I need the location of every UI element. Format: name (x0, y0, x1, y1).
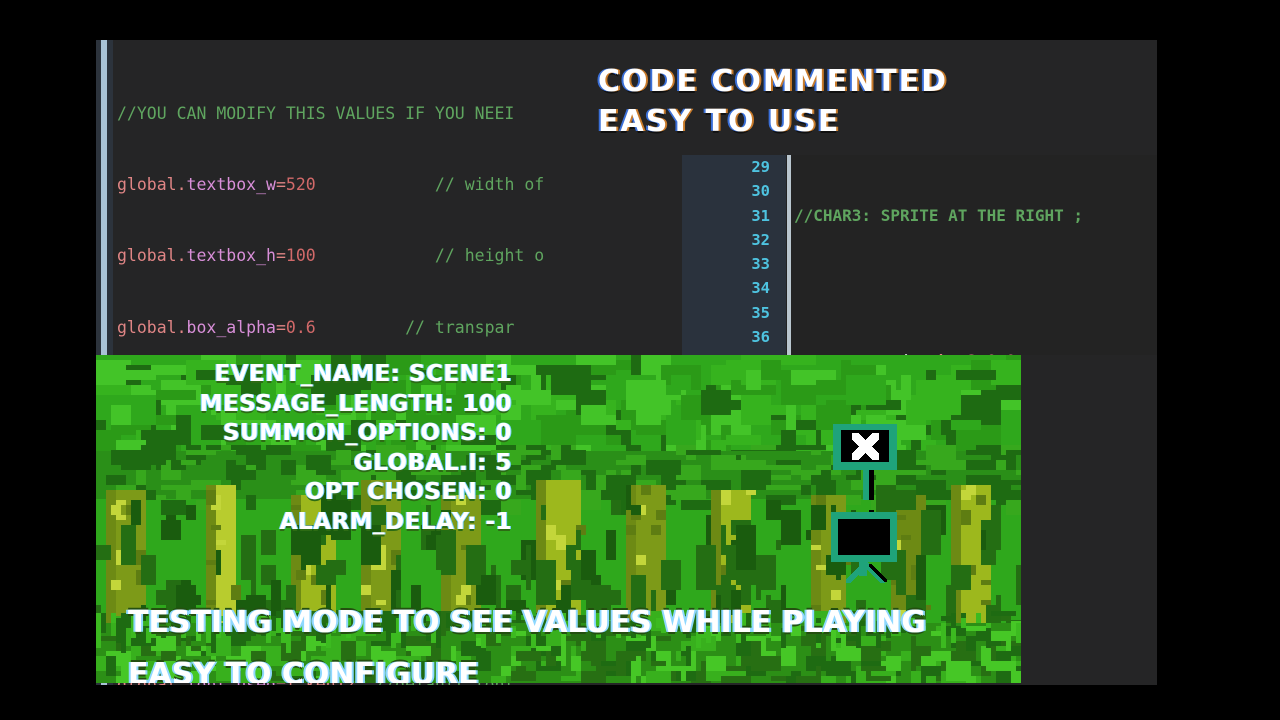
line-number: 31 (751, 206, 770, 225)
line-number: 29 (751, 158, 770, 176)
line-number: 34 (751, 279, 770, 298)
code-token-number: 520 (285, 174, 316, 194)
code-token-property: box_alpha (186, 317, 276, 337)
stat-summon-options: SUMMON_OPTIONS: 0 (222, 420, 512, 446)
code-token-comment: // height o (315, 246, 545, 266)
promo-line-1: TESTING MODE TO SEE VALUES WHILE PLAYING (128, 605, 926, 640)
code-token-comment: // width of (315, 174, 545, 194)
game-preview-overlay: EVENT_NAME: SCENE1 MESSAGE_LENGTH: 100 S… (96, 355, 1021, 683)
line-number: 33 (751, 255, 770, 274)
stat-alarm-delay: ALARM_DELAY: -1 (279, 508, 512, 535)
code-token-comment: //YOU CAN MODIFY THIS VALUES IF YOU NEEI (117, 103, 515, 123)
line-number: 36 (751, 328, 770, 347)
x-sign-icon[interactable] (831, 422, 903, 500)
promo-banner: TESTING MODE TO SEE VALUES WHILE PLAYING… (128, 597, 926, 683)
stat-global-i: GLOBAL.I: 5 (353, 449, 512, 476)
line-number-gutter: 29 30 31 32 33 34 35 36 (682, 155, 786, 355)
code-token-object: global. (117, 317, 187, 337)
headline-block: CODE COMMENTED EASY TO USE (598, 62, 948, 142)
headline-line-2: EASY TO USE (598, 104, 841, 139)
stat-opt-chosen: OPT CHOSEN: 0 (304, 479, 512, 505)
code-token-object: global. (117, 174, 187, 194)
headline-line-1: CODE COMMENTED (598, 64, 949, 99)
code-snippet-panel: 29 30 31 32 33 34 35 36 //CHAR3: SPRITE … (682, 155, 1157, 355)
code-token-comment: //CHAR3: SPRITE AT THE RIGHT ; (794, 205, 1083, 225)
line-number: 35 (751, 303, 770, 322)
debug-stats-panel: EVENT_NAME: SCENE1 MESSAGE_LENGTH: 100 S… (142, 360, 512, 537)
line-number: 30 (751, 182, 770, 201)
gutter-divider (787, 155, 791, 355)
screenshot-stage: //YOU CAN MODIFY THIS VALUES IF YOU NEEI… (0, 0, 1280, 720)
code-token-object: global. (117, 246, 187, 266)
stat-message-length: MESSAGE_LENGTH: 100 (199, 390, 512, 417)
code-token-op: = (275, 174, 286, 194)
promo-line-2: EASY TO CONFIGURE (128, 657, 479, 683)
code-token-number: 100 (285, 246, 316, 266)
stat-event-name: EVENT_NAME: SCENE1 (214, 361, 512, 387)
line-number: 32 (751, 230, 770, 249)
code-token-property: textbox_h (186, 246, 276, 266)
code-snippet-content[interactable]: //CHAR3: SPRITE AT THE RIGHT ; sc_onscre… (794, 155, 1157, 355)
blank-board-icon[interactable] (829, 510, 905, 592)
code-token-op: = (275, 317, 286, 337)
code-line: //CHAR3: SPRITE AT THE RIGHT ; (794, 204, 1157, 228)
code-token-op: = (275, 246, 286, 266)
code-token-number: 0.6 (285, 317, 316, 337)
code-token-property: textbox_w (186, 174, 276, 194)
code-token-comment: // transpar (315, 317, 515, 337)
